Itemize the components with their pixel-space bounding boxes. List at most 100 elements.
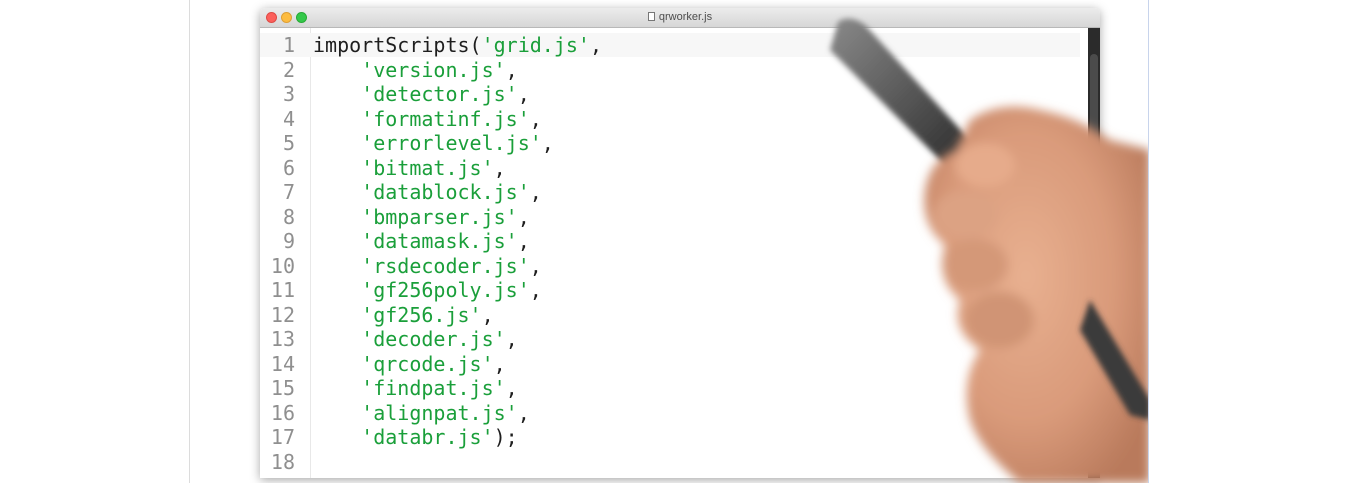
code-string-literal: 'datamask.js' [361,229,518,253]
line-number: 12 [270,302,295,327]
code-punctuation: , [493,155,506,180]
code-line[interactable]: 15 'findpat.js', [260,376,1080,400]
code-text: 'qrcode.js', [313,352,506,376]
code-line[interactable]: 7 'datablock.js', [260,180,1080,204]
line-number: 17 [270,425,295,449]
code-string-literal: 'formatinf.js' [361,106,530,131]
line-number: 9 [282,229,295,253]
code-string-literal: 'alignpat.js' [361,400,518,425]
code-identifier: importScripts( [313,33,482,57]
line-number: 1 [282,33,295,57]
line-number: 2 [282,57,295,82]
code-line[interactable]: 2 'version.js', [260,58,1080,82]
code-punctuation: , [481,302,494,327]
code-line[interactable]: 4 'formatinf.js', [260,107,1080,131]
scrollbar-thumb[interactable] [1090,54,1098,304]
code-string-literal: 'gf256poly.js' [361,278,530,302]
line-number: 4 [282,106,295,131]
code-text: 'datablock.js', [313,180,542,204]
code-text: 'databr.js'); [313,425,518,449]
code-line[interactable]: 13 'decoder.js', [260,327,1080,351]
code-line[interactable]: 9 'datamask.js', [260,229,1080,253]
code-line[interactable]: 5 'errorlevel.js', [260,131,1080,155]
document-icon [647,12,655,21]
code-punctuation: , [493,351,506,376]
video-frame: qrworker.js 1 importScripts('grid.js', 2 '… [189,0,1149,483]
code-string-literal: 'decoder.js' [361,327,506,351]
code-line[interactable]: 17 'databr.js'); [260,425,1080,449]
code-string-literal: 'rsdecoder.js' [361,253,530,278]
code-punctuation: , [505,327,518,351]
code-line[interactable]: 8 'bmparser.js', [260,205,1080,229]
code-text: 'gf256poly.js', [313,278,542,302]
code-string-literal: 'databr.js' [361,425,494,449]
code-string-literal: 'gf256.js' [361,302,482,327]
code-punctuation: , [505,376,518,400]
code-punctuation: , [517,204,530,229]
window-title-wrap: qrworker.js [260,10,1100,25]
line-number: 14 [270,351,295,376]
code-line[interactable]: 12 'gf256.js', [260,303,1080,327]
code-string-literal: 'bmparser.js' [361,204,518,229]
code-string-literal: 'bitmat.js' [361,155,494,180]
code-punctuation: , [529,106,542,131]
code-punctuation: , [505,57,518,82]
code-editor[interactable]: 1 importScripts('grid.js', 2 'version.js',… [260,28,1088,478]
code-string-literal: 'grid.js' [481,33,590,57]
code-line[interactable]: 3 'detector.js', [260,82,1080,106]
code-string-literal: 'version.js' [361,57,506,82]
code-string-literal: 'qrcode.js' [361,351,494,376]
line-number: 13 [270,327,295,351]
code-line[interactable]: 11 'gf256poly.js', [260,278,1080,302]
code-punctuation: , [517,82,530,106]
code-text: 'rsdecoder.js', [313,254,542,278]
code-punctuation: ); [493,425,518,449]
code-punctuation: , [541,131,554,155]
code-text: 'findpat.js', [313,376,518,400]
vertical-scrollbar[interactable] [1088,28,1100,478]
line-number: 16 [270,400,295,425]
line-number: 8 [282,204,295,229]
code-punctuation: , [529,180,542,204]
code-line[interactable]: 16 'alignpat.js', [260,401,1080,425]
code-text: 'decoder.js', [313,327,518,351]
code-string-literal: 'errorlevel.js' [361,131,542,155]
line-number: 7 [282,180,295,204]
title-bar: qrworker.js [260,8,1100,28]
line-number: 11 [270,278,295,302]
code-text: 'alignpat.js', [313,401,530,425]
code-text: 'bitmat.js', [313,156,506,180]
code-string-literal: 'datablock.js' [361,180,530,204]
code-text: 'gf256.js', [313,302,494,327]
code-text: 'detector.js', [313,82,530,106]
code-line[interactable]: 1 importScripts('grid.js', [260,33,1080,57]
code-punctuation: , [517,229,530,253]
line-number: 3 [282,82,295,106]
line-number: 18 [270,449,295,474]
code-string-literal: 'findpat.js' [361,376,506,400]
code-punctuation: , [517,400,530,425]
code-punctuation: , [529,278,542,302]
code-line[interactable]: 10 'rsdecoder.js', [260,254,1080,278]
code-text: 'bmparser.js', [313,205,530,229]
line-number: 6 [282,155,295,180]
editor-window: qrworker.js 1 importScripts('grid.js', 2 '… [260,8,1100,478]
line-number: 10 [270,253,295,278]
window-title: qrworker.js [658,11,713,23]
code-line[interactable]: 6 'bitmat.js', [260,156,1080,180]
code-line[interactable]: 14 'qrcode.js', [260,352,1080,376]
code-text: 'version.js', [313,58,518,82]
code-line[interactable]: 18 [260,450,1080,474]
line-number: 5 [282,131,295,155]
